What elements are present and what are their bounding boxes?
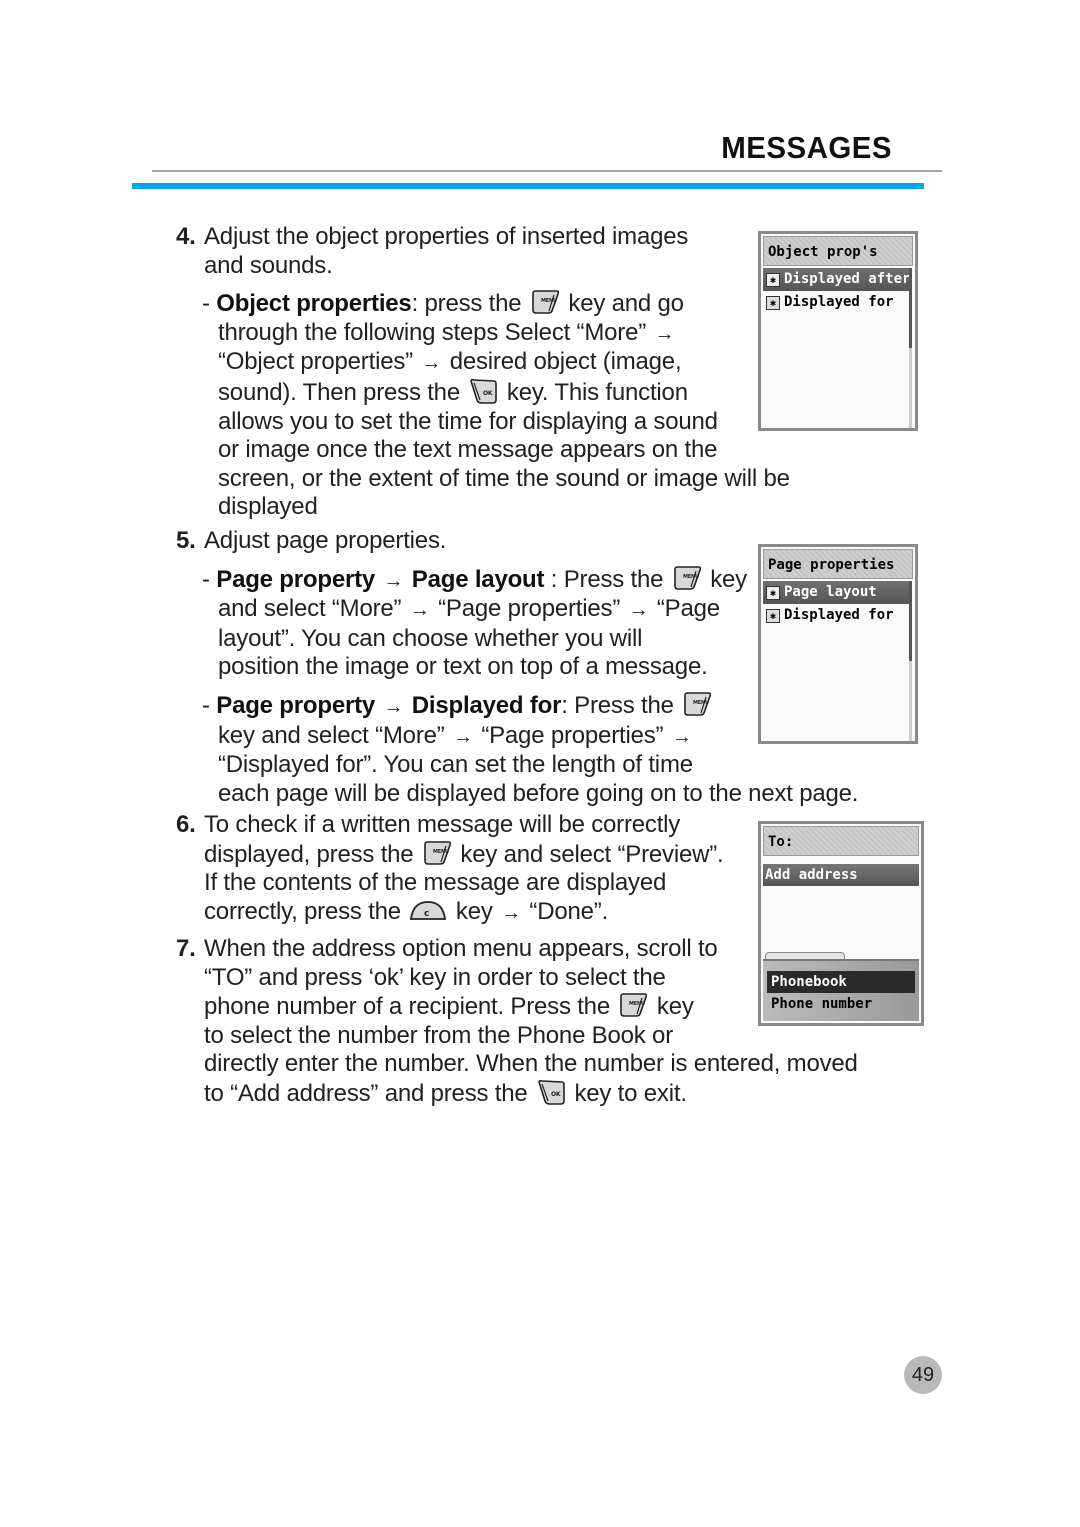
- step-text: directly enter the number. When the numb…: [204, 1050, 858, 1078]
- menu-item-label: Displayed for: [784, 607, 894, 623]
- arrow-icon: →: [671, 725, 692, 748]
- step-text: desired object (image,: [449, 348, 682, 376]
- bold-term: Page property: [216, 691, 376, 719]
- step-5: 5. Adjust page properties. - Page propert…: [176, 527, 859, 807]
- step-text: : press the: [411, 290, 522, 318]
- header-divider: [152, 170, 942, 172]
- menu-item-label: Displayed after: [784, 271, 911, 287]
- step-text: “Done”.: [529, 897, 609, 925]
- menu-key-icon: [682, 691, 712, 717]
- step-text: layout”. You can choose whether you will: [218, 624, 643, 652]
- step-text: “Object properties”: [218, 348, 413, 376]
- step-text: through the following steps Select “More…: [218, 318, 647, 346]
- step-text: Adjust page properties.: [204, 527, 447, 554]
- add-address-item[interactable]: Add address: [763, 864, 919, 886]
- arrow-icon: →: [421, 352, 442, 375]
- ok-key-icon: [536, 1079, 566, 1105]
- step-text: key and select “Preview”.: [460, 840, 724, 868]
- screen-title: Object prop's: [763, 236, 913, 266]
- ok-key-icon: [468, 378, 498, 404]
- object-props-screen: Object prop's ✱ Displayed after ✱ Displaye…: [758, 231, 918, 431]
- image-object-icon: ✱: [766, 272, 780, 287]
- bold-term: Displayed for: [411, 691, 562, 719]
- bold-term: Page layout: [411, 565, 545, 593]
- step-number: 7.: [176, 935, 196, 962]
- step-text: allows you to set the time for displayin…: [218, 407, 718, 435]
- image-object-icon: ✱: [766, 295, 780, 310]
- bold-term: Object properties: [216, 290, 412, 318]
- step-text: position the image or text on top of a m…: [218, 653, 708, 681]
- menu-key-icon: [618, 992, 648, 1018]
- scrollbar-thumb: [909, 581, 912, 661]
- step-text: key: [455, 897, 493, 925]
- step-text: : Press the: [561, 691, 674, 719]
- arrow-icon: →: [383, 569, 404, 592]
- step-text: and sounds.: [204, 251, 333, 279]
- arrow-icon: →: [501, 901, 521, 924]
- step-text: screen, or the extent of time the sound …: [218, 464, 790, 492]
- to-address-screen: To: Add address Phonebook Phone number: [758, 821, 924, 1026]
- step-text: To check if a written message will be co…: [204, 811, 681, 838]
- screen-title: Page properties: [763, 549, 913, 579]
- page-props-screen: Page properties ✱ Page layout ✱ Displayed …: [758, 544, 918, 744]
- bold-term: Page property: [216, 565, 376, 593]
- step-text: Adjust the object properties of inserted…: [204, 223, 689, 250]
- step-text: key: [710, 565, 747, 593]
- step-text: “Page properties”: [438, 595, 621, 623]
- step-text: “Page: [656, 595, 720, 623]
- scrollbar-thumb: [909, 268, 912, 348]
- step-text: “Page properties”: [481, 721, 664, 749]
- step-text: sound). Then press the: [218, 378, 460, 406]
- step-number: 5.: [176, 527, 196, 554]
- menu-key-icon: [672, 565, 702, 591]
- step-7: 7. When the address option menu appears, …: [176, 935, 858, 1109]
- step-text: key. This function: [506, 378, 688, 406]
- menu-item-displayed-for[interactable]: ✱ Displayed for: [763, 291, 911, 314]
- menu-item-label: Displayed for: [784, 294, 894, 310]
- image-object-icon: ✱: [766, 585, 780, 600]
- arrow-icon: →: [628, 599, 649, 622]
- step-text: key: [656, 993, 694, 1021]
- menu-key-icon: [530, 289, 560, 315]
- step-number: 4.: [176, 223, 196, 250]
- step-text: each page will be displayed before going…: [218, 779, 859, 807]
- arrow-icon: →: [383, 695, 404, 718]
- menu-item-displayed-for[interactable]: ✱ Displayed for: [763, 604, 911, 627]
- popup-item-phone-number[interactable]: Phone number: [767, 993, 915, 1015]
- section-title: MESSAGES: [721, 130, 892, 165]
- clear-key-icon: [409, 899, 447, 923]
- step-text: key and go: [568, 290, 684, 318]
- step-text: phone number of a recipient. Press the: [204, 993, 610, 1021]
- step-text: When the address option menu appears, sc…: [204, 935, 718, 962]
- arrow-icon: →: [654, 322, 675, 345]
- step-6: 6. To check if a written message will be …: [176, 811, 724, 927]
- step-text: correctly, press the: [204, 897, 401, 925]
- arrow-icon: →: [453, 725, 473, 748]
- menu-item-displayed-after[interactable]: ✱ Displayed after: [763, 268, 911, 291]
- step-text: : Press the: [544, 565, 664, 593]
- step-text: key and select “More”: [218, 721, 445, 749]
- step-text: or image once the text message appears o…: [218, 436, 718, 464]
- step-number: 6.: [176, 811, 196, 838]
- step-text: If the contents of the message are displ…: [204, 869, 667, 897]
- menu-key-icon: [422, 840, 452, 866]
- header-accent-bar: [132, 183, 924, 189]
- address-option-popup: Phonebook Phone number: [763, 959, 919, 1021]
- step-text: key to exit.: [574, 1079, 687, 1107]
- step-text: “TO” and press ‘ok’ key in order to sele…: [204, 963, 666, 991]
- step-text: displayed: [218, 493, 318, 521]
- step-text: “Displayed for”. You can set the length …: [218, 751, 693, 779]
- step-4: 4. Adjust the object properties of insert…: [176, 223, 790, 521]
- step-text: to “Add address” and press the: [204, 1079, 528, 1107]
- to-field[interactable]: To:: [763, 826, 919, 856]
- menu-item-label: Page layout: [784, 584, 877, 600]
- popup-item-phonebook[interactable]: Phonebook: [767, 971, 915, 993]
- arrow-icon: →: [409, 599, 430, 622]
- menu-item-page-layout[interactable]: ✱ Page layout: [763, 581, 911, 604]
- step-text: displayed, press the: [204, 840, 414, 868]
- step-text: and select “More”: [218, 595, 402, 623]
- step-text: to select the number from the Phone Book…: [204, 1021, 673, 1049]
- image-object-icon: ✱: [766, 608, 780, 623]
- page-number: 49: [904, 1356, 942, 1394]
